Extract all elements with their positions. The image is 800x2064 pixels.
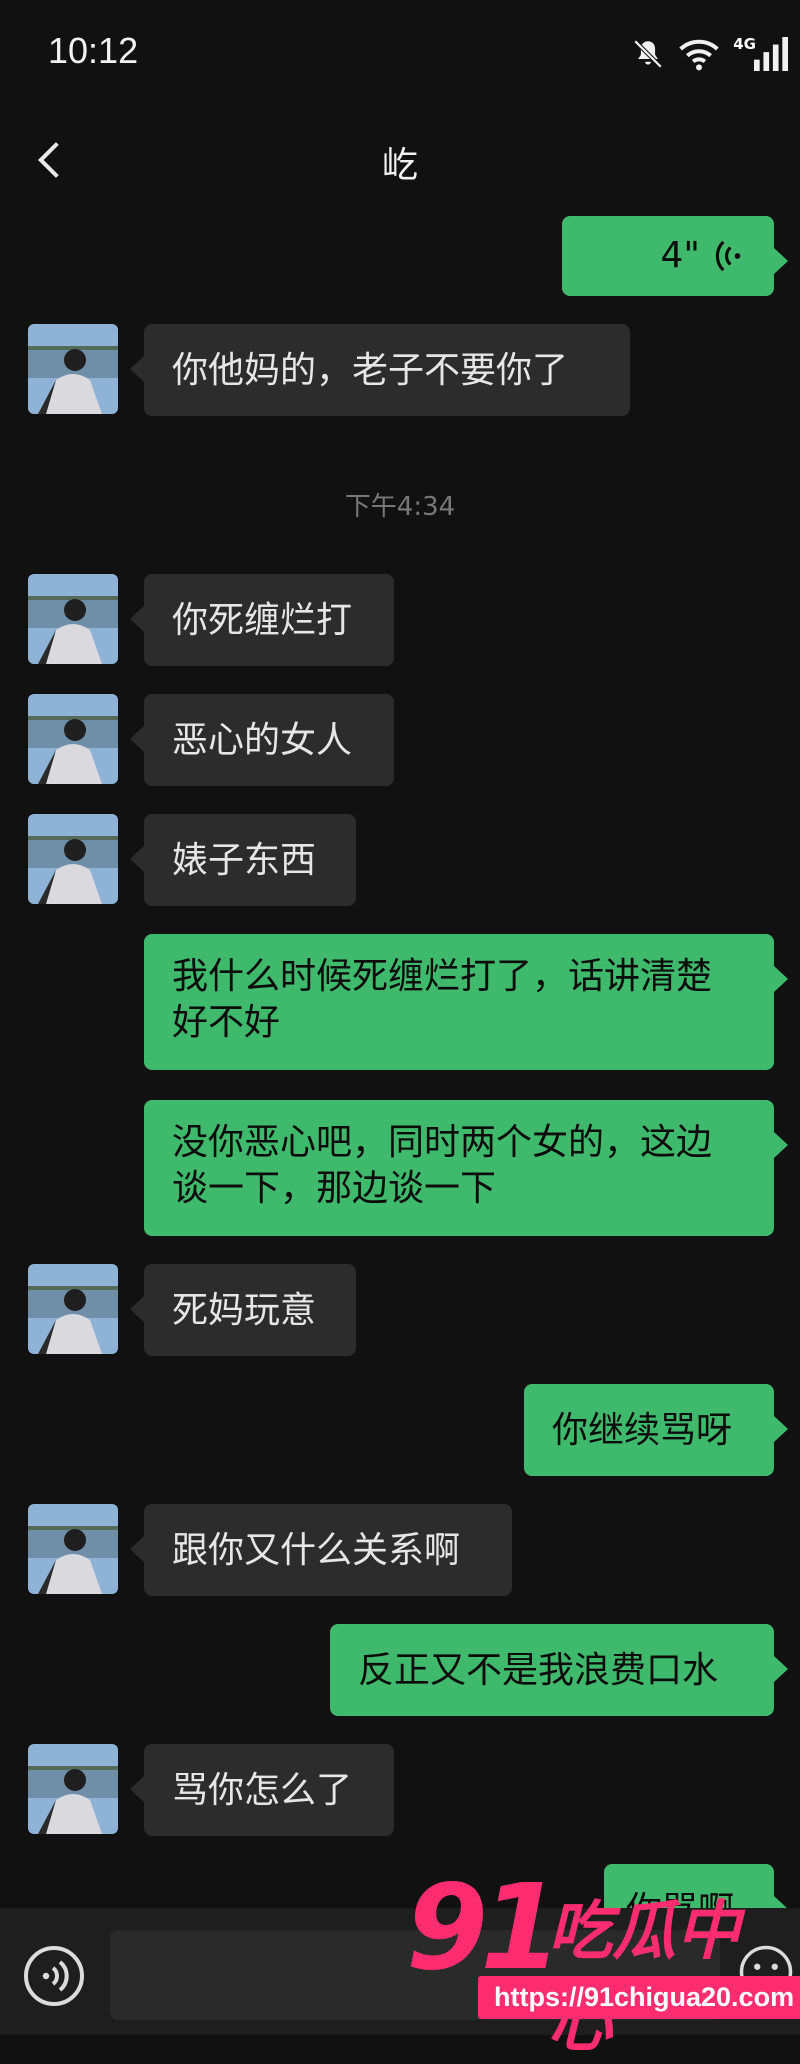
status-icons: 4G (631, 34, 790, 74)
voice-duration: 4" (660, 235, 700, 276)
contact-avatar[interactable] (28, 814, 118, 904)
message-text-line: 没你恶心吧，同时两个女的，这边 (172, 1122, 713, 1163)
incoming-message[interactable]: 死妈玩意 (130, 1264, 356, 1356)
message-text: 你继续骂呀 (552, 1410, 733, 1451)
incoming-message[interactable]: 婊子东西 (130, 814, 356, 906)
outgoing-message[interactable]: 我什么时候死缠烂打了，话讲清楚 好不好 (144, 934, 788, 1070)
incoming-message[interactable]: 骂你怎么了 (130, 1744, 394, 1836)
contact-avatar[interactable] (28, 694, 118, 784)
outgoing-message[interactable]: 你继续骂呀 (524, 1384, 788, 1476)
message-text-line: 谈一下，那边谈一下 (172, 1168, 497, 1209)
incoming-message[interactable]: 跟你又什么关系啊 (130, 1504, 512, 1596)
outgoing-message[interactable]: 没你恶心吧，同时两个女的，这边 谈一下，那边谈一下 (144, 1100, 788, 1236)
message-text: 死妈玩意 (172, 1290, 317, 1331)
contact-avatar[interactable] (28, 1504, 118, 1594)
message-text: 恶心的女人 (172, 720, 353, 761)
message-text: 婊子东西 (172, 840, 317, 881)
bell-muted-icon (633, 39, 663, 69)
message-text: 跟你又什么关系啊 (172, 1530, 461, 1571)
signal-icon (754, 37, 788, 71)
chat-title: 屹 (381, 145, 418, 186)
outgoing-message[interactable]: 反正又不是我浪费口水 (330, 1624, 788, 1716)
voice-wave-icon (715, 240, 741, 272)
status-time: 10:12 (48, 30, 139, 71)
wifi-icon (679, 39, 719, 71)
incoming-message[interactable]: 恶心的女人 (130, 694, 394, 786)
message-text: 你死缠烂打 (172, 600, 353, 641)
chat-header: 屹 (0, 110, 800, 210)
watermark-url: https://91chigua20.com (478, 1976, 800, 2019)
message-text: 骂你怎么了 (172, 1770, 353, 1811)
contact-avatar[interactable] (28, 574, 118, 664)
watermark-brand: 吃瓜中心 (548, 1895, 740, 2061)
message-text: 反正又不是我浪费口水 (358, 1650, 719, 1691)
voice-input-icon[interactable] (22, 1944, 86, 2008)
outgoing-voice-message[interactable]: 4" (562, 216, 788, 296)
timestamp: 下午4:34 (344, 492, 456, 522)
message-text-line: 我什么时候死缠烂打了，话讲清楚 (172, 956, 713, 997)
contact-avatar[interactable] (28, 1264, 118, 1354)
contact-avatar[interactable] (28, 1744, 118, 1834)
incoming-message[interactable]: 你死缠烂打 (130, 574, 394, 666)
message-text: 你他妈的，老子不要你了 (172, 350, 569, 391)
site-watermark: 91 吃瓜中心 https://91chigua20.com (398, 1858, 800, 2061)
incoming-message[interactable]: 你他妈的，老子不要你了 (130, 324, 630, 416)
contact-avatar[interactable] (28, 324, 118, 414)
status-bar: 10:12 4G (0, 0, 800, 100)
network-type-label: 4G (733, 35, 756, 53)
message-text-line: 好不好 (172, 1002, 281, 1043)
